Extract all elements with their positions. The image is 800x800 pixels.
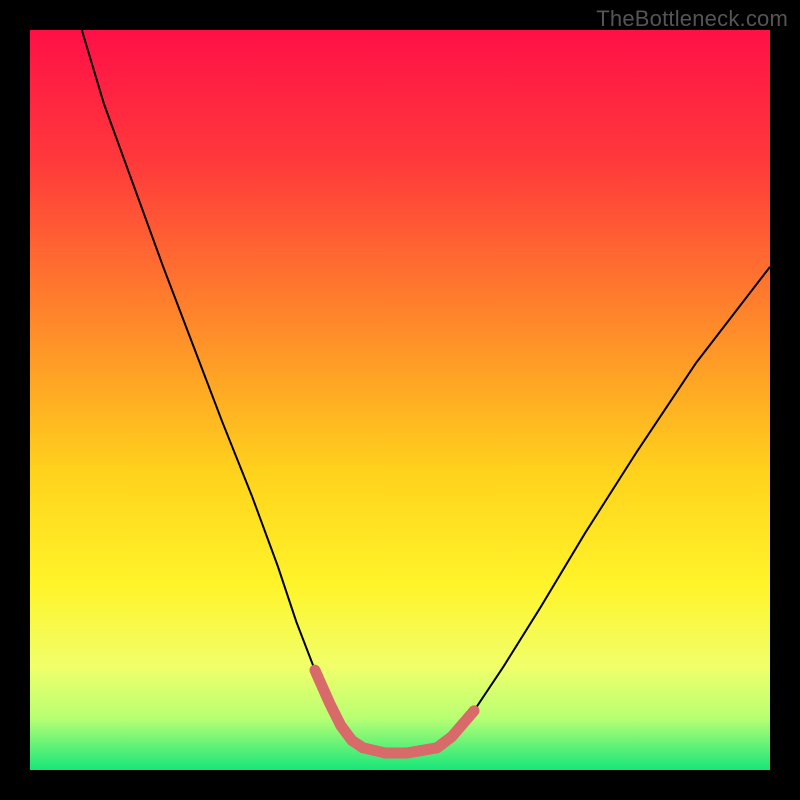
watermark-text: TheBottleneck.com — [596, 6, 788, 32]
chart-svg — [30, 30, 770, 770]
plot-area — [30, 30, 770, 770]
series-highlight-bottom — [363, 748, 437, 753]
chart-frame: TheBottleneck.com — [0, 0, 800, 800]
gradient-background — [30, 30, 770, 770]
